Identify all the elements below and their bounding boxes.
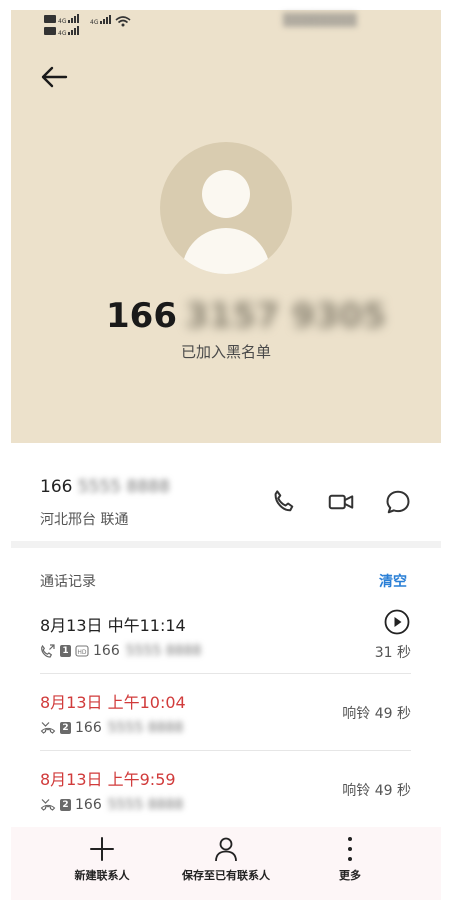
status-bar-right: ▒▒▒▒▒▒▒▒ (283, 13, 357, 27)
clear-call-log-button[interactable]: 清空 (379, 571, 407, 591)
header-number-blurred: 3157 9305 (184, 296, 387, 336)
avatar-body-icon (182, 228, 270, 274)
call-number-blurred: 5555 8888 (107, 720, 184, 736)
new-contact-button[interactable]: 新建联系人 (42, 835, 162, 883)
sim-badge: 2 (60, 799, 71, 811)
avatar (160, 142, 292, 274)
video-call-icon[interactable] (326, 487, 356, 517)
blocked-status: 已加入黑名单 (180, 343, 271, 361)
hd-icon: HD (75, 645, 89, 657)
contact-location: 河北邢台 联通 (40, 512, 129, 528)
save-to-existing-label: 保存至已有联系人 (182, 869, 270, 882)
section-divider (11, 541, 441, 548)
entry-separator (40, 750, 411, 751)
ring-duration: 响铃 49 秒 (342, 783, 411, 799)
call-number-prefix: 166 (93, 643, 120, 659)
plus-icon (90, 837, 114, 861)
call-log-title: 通话记录 (40, 574, 96, 590)
svg-text:4G: 4G (58, 18, 67, 25)
save-to-existing-contact-button[interactable]: 保存至已有联系人 (166, 835, 286, 883)
avatar-head-icon (202, 170, 250, 218)
svg-text:HD: HD (77, 649, 87, 656)
message-icon[interactable] (383, 487, 413, 517)
contact-number-prefix: 166 (40, 477, 73, 497)
back-arrow-icon[interactable] (40, 66, 68, 88)
call-detail: 1 HD 166 5555 8888 (40, 642, 201, 660)
person-icon (215, 837, 237, 862)
contact-number-blurred: 5555 8888 (77, 477, 170, 497)
sim-badge: 2 (60, 722, 71, 734)
more-button[interactable]: 更多 (290, 835, 410, 883)
svg-text:4G: 4G (58, 30, 67, 37)
missed-call-icon (40, 722, 56, 734)
more-vertical-icon (348, 837, 352, 861)
call-number-blurred: 5555 8888 (125, 643, 202, 659)
call-date: 8月13日 上午9:59 (40, 770, 176, 789)
new-contact-label: 新建联系人 (74, 869, 130, 882)
call-number-blurred: 5555 8888 (107, 797, 184, 813)
call-detail: 2 166 5555 8888 (40, 796, 183, 814)
header-number-prefix: 166 (106, 296, 177, 336)
call-detail: 2 166 5555 8888 (40, 719, 183, 737)
phone-call-icon[interactable] (269, 487, 299, 517)
call-number-prefix: 166 (75, 797, 102, 813)
sim-badge: 1 (60, 645, 71, 657)
call-number-prefix: 166 (75, 720, 102, 736)
call-date: 8月13日 中午11:14 (40, 616, 186, 635)
call-duration: 31 秒 (374, 645, 411, 661)
outgoing-call-icon (41, 644, 55, 658)
entry-separator (40, 673, 411, 674)
svg-text:4G: 4G (90, 19, 99, 26)
more-label: 更多 (339, 869, 361, 882)
play-recording-icon[interactable] (384, 609, 410, 639)
contact-number: 166 5555 8888 (40, 477, 170, 497)
header-phone-number: 166 3157 9305 (106, 296, 386, 336)
call-date: 8月13日 上午10:04 (40, 693, 186, 712)
ring-duration: 响铃 49 秒 (342, 706, 411, 722)
missed-call-icon (40, 799, 56, 811)
status-bar-signal: 4G 4G 4G (44, 14, 134, 38)
